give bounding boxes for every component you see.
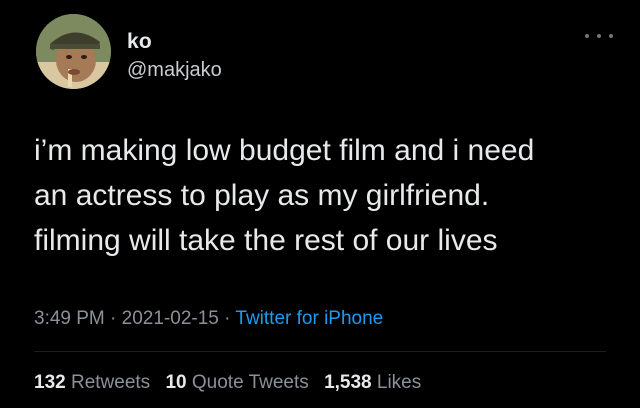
quotes-label: Quote Tweets (191, 372, 309, 393)
display-name[interactable]: ko (127, 30, 152, 54)
likes-label: Likes (376, 372, 422, 393)
dot (585, 34, 589, 38)
tweet-time[interactable]: 3:49 PM (34, 308, 105, 329)
avatar[interactable] (36, 14, 111, 89)
likes-count: 1,538 (324, 372, 372, 393)
retweets-label: Retweets (70, 372, 151, 393)
meta-separator: · (224, 308, 231, 329)
tweet-meta: 3:49 PM · 2021-02-15 · Twitter for iPhon… (34, 308, 383, 330)
retweets-stat[interactable]: 132 Retweets (34, 372, 150, 393)
more-options-icon[interactable] (585, 30, 613, 42)
dot (609, 34, 613, 38)
tweet-text: i’m making low budget film and i need an… (34, 134, 535, 257)
tweet-source[interactable]: Twitter for iPhone (235, 308, 383, 329)
retweets-count: 132 (34, 372, 66, 393)
quotes-count: 10 (165, 372, 187, 393)
quote-tweets-stat[interactable]: 10 Quote Tweets (165, 372, 308, 393)
meta-separator: · (110, 308, 117, 329)
divider (34, 351, 606, 352)
tweet-card: ko @makjako i’m making low budget film a… (0, 0, 640, 408)
tweet-stats: 132 Retweets 10 Quote Tweets 1,538 Likes (34, 372, 431, 394)
likes-stat[interactable]: 1,538 Likes (324, 372, 421, 393)
avatar-image (36, 14, 111, 89)
tweet-date[interactable]: 2021-02-15 (122, 308, 219, 329)
dot (597, 34, 601, 38)
user-handle[interactable]: @makjako (127, 59, 222, 82)
